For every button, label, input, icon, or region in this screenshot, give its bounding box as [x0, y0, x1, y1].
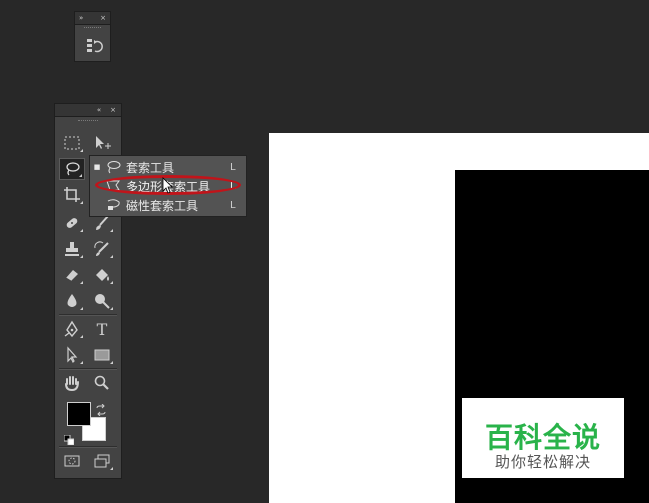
selected-bullet: ■	[93, 163, 101, 171]
magnetic-lasso-icon	[104, 198, 122, 212]
flyout-item-shortcut: L	[230, 180, 236, 192]
close-icon[interactable]: ×	[110, 106, 116, 114]
toolbox-divider	[59, 314, 117, 316]
flyout-item-magnetic-lasso[interactable]: 磁性套索工具 L	[90, 196, 246, 214]
swap-colors-icon[interactable]	[95, 401, 107, 417]
polygonal-lasso-icon	[104, 179, 122, 193]
toolbox-divider	[59, 446, 117, 448]
flyout-item-lasso[interactable]: ■ 套索工具 L	[90, 158, 246, 176]
default-colors-icon[interactable]	[63, 430, 75, 446]
flyout-item-label: 套索工具	[126, 160, 175, 175]
toolbox-header: « ×	[55, 104, 121, 117]
lasso-icon	[104, 160, 122, 174]
quick-mask-icon[interactable]	[59, 450, 85, 472]
type-glyph: T	[96, 319, 108, 339]
history-icon[interactable]	[84, 36, 104, 56]
history-brush-icon[interactable]	[89, 238, 115, 260]
dodge-icon[interactable]	[89, 290, 115, 312]
move-tool-icon[interactable]	[89, 132, 115, 154]
path-selection-icon[interactable]	[59, 344, 85, 366]
toolbox-divider	[59, 368, 117, 370]
history-panel-header: » ×	[75, 12, 110, 25]
watermark-title: 百科全说	[484, 421, 601, 454]
hand-icon[interactable]	[59, 372, 85, 394]
flyout-item-shortcut: L	[230, 161, 236, 173]
zoom-icon[interactable]	[89, 372, 115, 394]
foreground-color-swatch[interactable]	[67, 402, 91, 426]
lasso-icon[interactable]	[59, 158, 85, 180]
blur-icon[interactable]	[59, 290, 85, 312]
flyout-item-label: 磁性套索工具	[126, 198, 199, 213]
toolbox-grip[interactable]	[78, 120, 98, 124]
rectangle-shape-icon[interactable]	[89, 344, 115, 366]
flyout-item-shortcut: L	[230, 199, 236, 211]
healing-brush-icon[interactable]	[59, 212, 85, 234]
watermark: 百科全说 助你轻松解决	[462, 398, 624, 478]
paint-bucket-icon[interactable]	[89, 264, 115, 286]
crop-icon[interactable]	[59, 184, 85, 206]
mouse-cursor-icon	[162, 177, 174, 195]
pen-icon[interactable]	[59, 318, 85, 340]
flyout-item-label: 多边形套索工具	[126, 178, 230, 195]
eraser-icon[interactable]	[59, 264, 85, 286]
history-panel: » ×	[74, 11, 111, 62]
expand-icon[interactable]: «	[97, 106, 101, 114]
collapse-icon[interactable]: »	[79, 14, 83, 22]
type-icon[interactable]: T	[89, 318, 115, 340]
screen-mode-icon[interactable]	[89, 450, 115, 472]
rectangular-marquee-icon[interactable]	[59, 132, 85, 154]
close-icon[interactable]: ×	[100, 14, 106, 22]
clone-stamp-icon[interactable]	[59, 238, 85, 260]
watermark-subtitle: 助你轻松解决	[494, 453, 591, 471]
panel-grip[interactable]	[84, 27, 101, 31]
